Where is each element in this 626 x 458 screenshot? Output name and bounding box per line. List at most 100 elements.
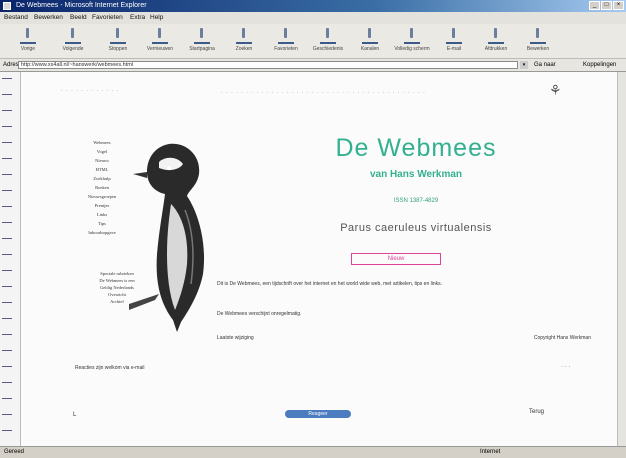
refresh-button[interactable]: Vernieuwen xyxy=(142,26,178,56)
sidebar-item[interactable]: Zoekhulp xyxy=(71,174,133,183)
forward-button[interactable]: Volgende xyxy=(55,26,91,56)
sidebar-item[interactable]: Inhoudsopgave xyxy=(71,228,133,237)
home-icon xyxy=(194,28,210,44)
history-button[interactable]: Geschiedenis xyxy=(310,26,346,56)
frame-link[interactable] xyxy=(2,286,12,287)
menu-file[interactable]: Bestand xyxy=(4,12,28,24)
frame-link[interactable] xyxy=(2,94,12,95)
sidebar-item[interactable]: Boeken xyxy=(71,183,133,192)
toolbar-label: Vorige xyxy=(20,46,36,52)
status-bar: Gereed Internet xyxy=(0,446,626,458)
site-title: De Webmees xyxy=(335,134,497,162)
home-button[interactable]: Startpagina xyxy=(184,26,220,56)
menu-favorites[interactable]: Favorieten xyxy=(92,12,123,24)
close-button[interactable]: × xyxy=(613,1,624,10)
left-frame xyxy=(0,72,21,446)
caption-line[interactable]: De Webmees is een xyxy=(67,277,167,284)
frame-link[interactable] xyxy=(2,334,12,335)
frame-link[interactable] xyxy=(2,318,12,319)
window-title: De Webmees - Microsoft Internet Explorer xyxy=(16,2,147,9)
menu-edit[interactable]: Bewerken xyxy=(34,12,63,24)
decorative-dots: · · · · · · · · · · · · xyxy=(61,88,120,94)
frame-link[interactable] xyxy=(2,430,12,431)
frame-link[interactable] xyxy=(2,350,12,351)
toolbar-label: Stoppen xyxy=(108,46,128,52)
toolbar-label: Zoeken xyxy=(235,46,253,52)
sidebar-item[interactable]: Prentjes xyxy=(71,201,133,210)
toolbar-label: Bewerken xyxy=(526,46,550,52)
search-icon xyxy=(236,28,252,44)
frame-link[interactable] xyxy=(2,222,12,223)
address-label: Adres xyxy=(3,62,19,68)
frame-link[interactable] xyxy=(2,366,12,367)
menu-help[interactable]: Help xyxy=(150,12,163,24)
frame-link[interactable] xyxy=(2,158,12,159)
back-link[interactable]: Terug xyxy=(529,409,544,415)
minimize-button[interactable]: _ xyxy=(589,1,600,10)
sidebar-item[interactable]: HTML xyxy=(71,165,133,174)
frame-link[interactable] xyxy=(2,142,12,143)
feedback-button[interactable]: Reageer xyxy=(285,410,351,418)
copyright: Copyright Hans Werkman xyxy=(533,335,591,341)
feedback-note[interactable]: Reacties zijn welkom via e-mail xyxy=(75,365,144,371)
mail-button[interactable]: E-mail xyxy=(436,26,472,56)
search-button[interactable]: Zoeken xyxy=(226,26,262,56)
stop-icon xyxy=(110,28,126,44)
frame-link[interactable] xyxy=(2,302,12,303)
sidebar-item[interactable]: Tips xyxy=(71,219,133,228)
edit-button[interactable]: Bewerken xyxy=(520,26,556,56)
menu-tools[interactable]: Extra xyxy=(130,12,145,24)
page-content: · · · · · · · · · · · · · · · · · · · · … xyxy=(21,72,617,446)
toolbar-label: E-mail xyxy=(446,46,462,52)
vertical-scrollbar[interactable] xyxy=(617,72,626,446)
toolbar: Vorige Volgende Stoppen Vernieuwen Start… xyxy=(0,24,626,59)
edit-icon xyxy=(530,28,546,44)
sidebar-item[interactable]: Webmees xyxy=(71,138,133,147)
print-button[interactable]: Afdrukken xyxy=(478,26,514,56)
maximize-button[interactable]: □ xyxy=(601,1,612,10)
history-icon xyxy=(320,28,336,44)
frame-link[interactable] xyxy=(2,206,12,207)
toolbar-label: Afdrukken xyxy=(484,46,508,52)
intro-paragraph: Dit is De Webmees, een tijdschrift over … xyxy=(217,281,443,287)
sidebar-nav: Webmees Vogel Nieuws HTML Zoekhulp Boeke… xyxy=(71,138,133,237)
frame-link[interactable] xyxy=(2,238,12,239)
frame-link[interactable] xyxy=(2,382,12,383)
address-bar: Adres http://www.xs4all.nl/~hanswerk/web… xyxy=(0,59,626,72)
frame-link[interactable] xyxy=(2,254,12,255)
frame-link[interactable] xyxy=(2,270,12,271)
sidebar-item[interactable]: Nieuwsgroepen xyxy=(71,192,133,201)
frame-link[interactable] xyxy=(2,190,12,191)
menu-view[interactable]: Beeld xyxy=(70,12,87,24)
new-badge[interactable]: Nieuw xyxy=(351,253,441,265)
frame-link[interactable] xyxy=(2,414,12,415)
stop-button[interactable]: Stoppen xyxy=(100,26,136,56)
caption-line[interactable]: Overzicht xyxy=(67,291,167,298)
frame-link[interactable] xyxy=(2,126,12,127)
sidebar-caption: Speciale rubrieken De Webmees is een Gel… xyxy=(67,270,167,305)
links-button[interactable]: Koppelingen xyxy=(583,59,616,71)
status-text: Gereed xyxy=(4,449,25,455)
chevron-down-icon[interactable]: ▾ xyxy=(520,61,528,69)
back-button[interactable]: Vorige xyxy=(10,26,46,56)
frame-link[interactable] xyxy=(2,78,12,79)
sidebar-item[interactable]: Nieuws xyxy=(71,156,133,165)
frame-link[interactable] xyxy=(2,398,12,399)
favorites-button[interactable]: Favorieten xyxy=(268,26,304,56)
address-input[interactable]: http://www.xs4all.nl/~hanswerk/webmees.h… xyxy=(18,61,518,69)
sidebar-item[interactable]: Vogel xyxy=(71,147,133,156)
security-zone: Internet xyxy=(480,449,501,455)
toolbar-label: Favorieten xyxy=(274,46,298,52)
frame-link[interactable] xyxy=(2,174,12,175)
channels-button[interactable]: Kanalen xyxy=(352,26,388,56)
frame-link[interactable] xyxy=(2,110,12,111)
caption-line[interactable]: Speciale rubrieken xyxy=(67,270,167,277)
caption-line[interactable]: Archief xyxy=(67,298,167,305)
caption-line[interactable]: Geldig Nederlands xyxy=(67,284,167,291)
go-button[interactable]: Ga naar xyxy=(534,59,556,71)
window-titlebar: De Webmees - Microsoft Internet Explorer… xyxy=(0,0,626,12)
fullscreen-button[interactable]: Volledig scherm xyxy=(394,26,430,56)
toolbar-label: Volgende xyxy=(62,46,84,52)
sidebar-item[interactable]: Links xyxy=(71,210,133,219)
latin-name: Parus caeruleus virtualensis xyxy=(340,222,492,234)
